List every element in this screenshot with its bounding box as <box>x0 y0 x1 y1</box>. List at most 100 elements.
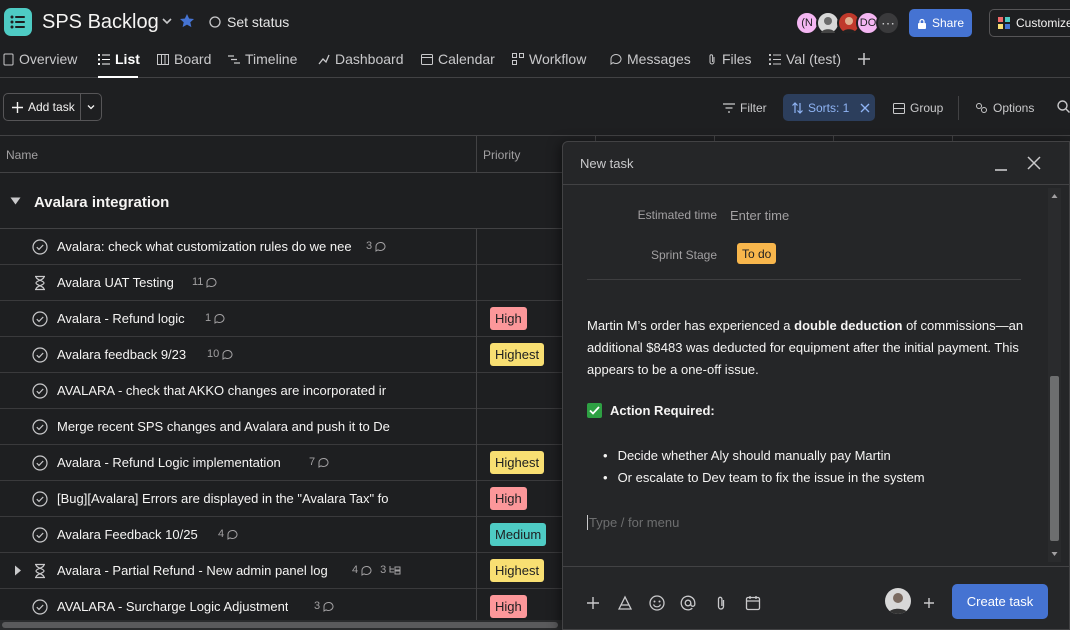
project-list-icon[interactable] <box>4 8 32 36</box>
hourglass-icon[interactable] <box>32 275 48 291</box>
task-row[interactable]: Avalara - Refund Logic implementation 7 Hi… <box>0 445 562 481</box>
caret-down-icon[interactable] <box>10 197 21 205</box>
priority-badge[interactable]: High <box>490 487 527 510</box>
task-row[interactable]: Merge recent SPS changes and Avalara and… <box>0 409 562 445</box>
estimated-time-input[interactable]: Enter time <box>730 208 789 223</box>
check-circle-icon[interactable] <box>32 239 48 255</box>
comment-count[interactable]: 3 <box>366 240 386 252</box>
tab-timeline[interactable]: Timeline <box>228 51 297 67</box>
check-circle-icon[interactable] <box>32 455 48 471</box>
check-circle-icon[interactable] <box>32 311 48 327</box>
priority-cell[interactable] <box>476 265 562 301</box>
filter-button[interactable]: Filter <box>723 96 767 120</box>
priority-cell[interactable] <box>476 373 562 409</box>
horizontal-scrollbar[interactable] <box>0 620 562 630</box>
more-members-icon[interactable]: ⋯ <box>876 11 900 35</box>
comment-count[interactable]: 3 <box>314 600 334 612</box>
check-circle-icon[interactable] <box>32 419 48 435</box>
emoji-icon[interactable] <box>649 595 667 613</box>
set-status-button[interactable]: Set status <box>209 14 289 30</box>
chevron-down-icon[interactable] <box>81 102 101 112</box>
comment-count[interactable]: 10 <box>207 348 233 360</box>
add-collaborator-icon[interactable] <box>921 595 939 613</box>
task-row[interactable]: [Bug][Avalara] Errors are displayed in t… <box>0 481 562 517</box>
customize-button[interactable]: Customize <box>989 9 1070 37</box>
project-title[interactable]: SPS Backlog <box>42 11 159 34</box>
create-task-button[interactable]: Create task <box>952 584 1048 619</box>
plus-icon[interactable] <box>585 595 603 613</box>
dialog-scrollbar[interactable] <box>1048 188 1061 562</box>
tab-calendar[interactable]: Calendar <box>421 51 495 67</box>
task-name[interactable]: Avalara: check what customization rules … <box>57 239 352 254</box>
hourglass-icon[interactable] <box>32 563 48 579</box>
sprint-stage-value[interactable]: To do <box>737 243 777 264</box>
comment-count[interactable]: 1 <box>205 312 225 324</box>
check-circle-icon[interactable] <box>32 599 48 615</box>
task-name[interactable]: Avalara Feedback 10/25 <box>57 527 198 542</box>
search-icon[interactable] <box>1057 100 1070 113</box>
tab-messages[interactable]: Messages <box>610 51 691 67</box>
calendar-icon[interactable] <box>745 595 763 613</box>
text-format-icon[interactable] <box>617 595 635 613</box>
expand-subtasks-icon[interactable] <box>14 565 22 576</box>
attachment-icon[interactable] <box>713 595 731 613</box>
task-name[interactable]: Merge recent SPS changes and Avalara and… <box>57 419 390 434</box>
priority-cell[interactable] <box>476 229 562 265</box>
section-title[interactable]: Avalara integration <box>34 194 169 211</box>
priority-badge[interactable]: Highest <box>490 343 545 366</box>
comment-count[interactable]: 43 <box>352 564 401 576</box>
task-name[interactable]: AVALARA - Surcharge Logic Adjustment <box>57 599 288 614</box>
star-icon[interactable] <box>179 13 195 29</box>
tab-board[interactable]: Board <box>157 51 211 67</box>
minimize-icon[interactable] <box>994 162 1008 172</box>
sorts-button[interactable]: Sorts: 1 <box>783 94 875 121</box>
close-icon[interactable] <box>1027 156 1041 170</box>
task-row[interactable]: Avalara - Partial Refund - New admin pan… <box>0 553 562 589</box>
check-circle-icon[interactable] <box>32 527 48 543</box>
task-name[interactable]: Avalara feedback 9/23 <box>57 347 186 362</box>
priority-cell[interactable]: Highest <box>476 445 562 481</box>
task-row[interactable]: Avalara UAT Testing 11 <box>0 265 562 301</box>
priority-badge[interactable]: High <box>490 595 527 618</box>
add-tab-icon[interactable] <box>857 52 871 66</box>
comment-count[interactable]: 7 <box>309 456 329 468</box>
task-name[interactable]: Avalara - Partial Refund - New admin pan… <box>57 563 328 578</box>
task-row[interactable]: Avalara Feedback 10/25 4 Medium <box>0 517 562 553</box>
comment-count[interactable]: 11 <box>192 276 217 288</box>
task-row[interactable]: Avalara - Refund logic 1 High <box>0 301 562 337</box>
tab-workflow[interactable]: Workflow <box>512 51 586 67</box>
priority-cell[interactable]: Highest <box>476 553 562 589</box>
avatar[interactable] <box>885 588 911 614</box>
priority-cell[interactable]: Medium <box>476 517 562 553</box>
check-circle-icon[interactable] <box>32 347 48 363</box>
check-circle-icon[interactable] <box>32 491 48 507</box>
column-header-name[interactable]: Name <box>0 136 477 173</box>
tab-dashboard[interactable]: Dashboard <box>318 51 404 67</box>
editor-input[interactable]: Type / for menu <box>587 515 679 530</box>
priority-badge[interactable]: Highest <box>490 451 545 474</box>
priority-cell[interactable]: High <box>476 481 562 517</box>
tab-val-test[interactable]: Val (test) <box>769 51 841 67</box>
chevron-down-icon[interactable] <box>160 14 176 30</box>
task-row[interactable]: Avalara: check what customization rules … <box>0 229 562 265</box>
tab-overview[interactable]: Overview <box>3 51 77 67</box>
check-circle-icon[interactable] <box>32 383 48 399</box>
task-name[interactable]: AVALARA - check that AKKO changes are in… <box>57 383 386 398</box>
task-name[interactable]: Avalara - Refund logic <box>57 311 185 326</box>
task-name[interactable]: Avalara - Refund Logic implementation <box>57 455 281 470</box>
priority-badge[interactable]: Medium <box>490 523 547 546</box>
group-button[interactable]: Group <box>893 96 943 120</box>
add-task-button[interactable]: Add task <box>3 93 102 121</box>
task-description[interactable]: Martin M’s order has experienced a doubl… <box>587 315 1027 381</box>
share-button[interactable]: Share <box>909 9 972 37</box>
priority-cell[interactable]: High <box>476 301 562 337</box>
task-row[interactable]: AVALARA - check that AKKO changes are in… <box>0 373 562 409</box>
comment-count[interactable]: 4 <box>218 528 238 540</box>
tab-list[interactable]: List <box>98 51 140 67</box>
priority-badge[interactable]: High <box>490 307 527 330</box>
task-name[interactable]: Avalara UAT Testing <box>57 275 174 290</box>
options-button[interactable]: Options <box>975 96 1034 120</box>
priority-cell[interactable]: Highest <box>476 337 562 373</box>
task-row[interactable]: Avalara feedback 9/23 10 Highest <box>0 337 562 373</box>
task-name[interactable]: [Bug][Avalara] Errors are displayed in t… <box>57 491 389 506</box>
